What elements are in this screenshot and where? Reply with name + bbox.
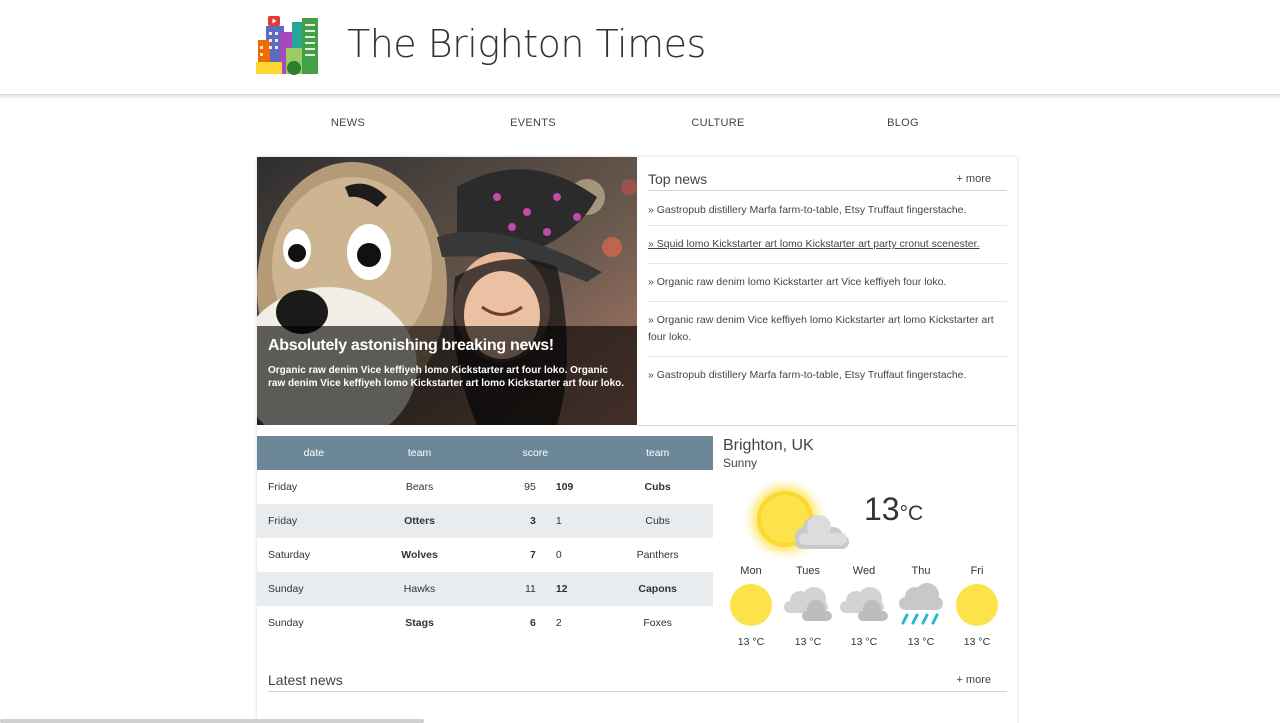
column-header-team: team: [602, 436, 713, 470]
column-header-score: score: [468, 436, 603, 470]
weather-current-temp: 13°C: [864, 491, 923, 528]
scores-table: date team score team Friday Bears 95 109…: [257, 436, 713, 640]
nav-item-blog[interactable]: BLOG: [843, 117, 963, 129]
table-row: Friday Otters 3 1 Cubs: [257, 504, 713, 538]
main-nav: NEWS EVENTS CULTURE BLOG: [256, 117, 996, 135]
table-cell-score: 6: [530, 617, 536, 629]
weather-temp-unit: °C: [899, 502, 924, 525]
top-news-item-text[interactable]: » Organic raw denim Vice keffiyeh lomo K…: [648, 314, 994, 343]
nav-item-events[interactable]: EVENTS: [473, 117, 593, 129]
top-news-title: Top news: [648, 171, 708, 187]
top-news-item[interactable]: » Gastropub distillery Marfa farm-to-tab…: [648, 357, 1007, 394]
table-cell-score: 109: [555, 481, 574, 493]
table-cell-score: 3: [468, 504, 542, 538]
sun-icon: [730, 584, 772, 626]
top-news-item-text[interactable]: » Gastropub distillery Marfa farm-to-tab…: [648, 204, 966, 216]
table-cell-team: Capons: [602, 572, 713, 606]
table-cell-team: Foxes: [643, 617, 672, 629]
top-news-panel: Top news + more » Gastropub distillery M…: [648, 167, 1007, 394]
forecast-day: Fri: [970, 565, 984, 577]
column-header-team: team: [370, 436, 469, 470]
forecast-temp: 13 °C: [737, 636, 765, 648]
forecast-temp: 13 °C: [850, 636, 878, 648]
table-row: Sunday Stags 6 2 Foxes: [257, 606, 713, 640]
hero-caption: Absolutely astonishing breaking news! Or…: [257, 326, 637, 425]
top-news-item-text[interactable]: » Organic raw denim lomo Kickstarter art…: [648, 276, 946, 288]
table-cell-score: 11: [468, 572, 542, 606]
forecast-day: Wed: [852, 565, 876, 577]
table-row: Saturday Wolves 7 0 Panthers: [257, 538, 713, 572]
table-cell-team: Stags: [405, 617, 434, 629]
hero-text: Organic raw denim Vice keffiyeh lomo Kic…: [268, 365, 625, 389]
table-cell-date: Saturday: [268, 549, 311, 561]
table-cell-date: Sunday: [268, 617, 304, 629]
table-cell-score: 2: [555, 617, 562, 629]
forecast-temp: 13 °C: [907, 636, 935, 648]
table-cell-score: 0: [555, 549, 562, 561]
horizontal-scrollbar[interactable]: [0, 719, 424, 723]
weather-city: Brighton, UK: [723, 437, 814, 454]
hero-story[interactable]: Absolutely astonishing breaking news! Or…: [257, 157, 637, 425]
latest-news-header: Latest news + more: [268, 668, 1007, 692]
latest-news-more-link[interactable]: + more: [956, 674, 991, 686]
top-news-header: Top news + more: [648, 167, 1007, 191]
forecast-temp: 13 °C: [794, 636, 822, 648]
cloud-icon: [840, 587, 888, 621]
column-header-date: date: [257, 436, 371, 470]
rain-icon: [899, 583, 943, 625]
weather-temp-value: 13: [864, 491, 900, 527]
forecast-temp: 13 °C: [963, 636, 991, 648]
table-cell-score: 7: [530, 549, 536, 561]
table-cell-team: Bears: [405, 481, 434, 493]
top-news-more-link[interactable]: + more: [956, 173, 991, 185]
forecast-day: Tues: [795, 565, 821, 577]
divider: [637, 425, 1017, 426]
table-row: Friday Bears 95 109 Cubs: [257, 470, 713, 504]
latest-news-title: Latest news: [268, 672, 343, 688]
table-cell-score: 95: [524, 481, 536, 493]
table-cell-team: Panthers: [636, 549, 679, 561]
table-cell-team: Cubs: [602, 504, 713, 538]
forecast-day: Mon: [740, 565, 762, 577]
top-news-item-text[interactable]: » Gastropub distillery Marfa farm-to-tab…: [648, 369, 966, 381]
table-row: Sunday Hawks 11 12 Capons: [257, 572, 713, 606]
hero-title[interactable]: Absolutely astonishing breaking news!: [268, 337, 626, 355]
sun-behind-cloud-icon: [743, 479, 849, 561]
forecast-day: Thu: [911, 565, 931, 577]
table-cell-date: Sunday: [257, 572, 371, 606]
table-cell-team: Otters: [370, 504, 469, 538]
table-cell-score: 1: [541, 504, 603, 538]
scores-header-row: date team score team: [257, 436, 713, 470]
table-cell-team: Cubs: [644, 481, 671, 493]
table-cell-date: Friday: [257, 504, 371, 538]
site-header: The Brighton Times: [0, 0, 1280, 95]
table-cell-team: Wolves: [401, 549, 438, 561]
nav-item-culture[interactable]: CULTURE: [658, 117, 778, 129]
weather-condition: Sunny: [723, 456, 758, 470]
top-news-item[interactable]: » Gastropub distillery Marfa farm-to-tab…: [648, 191, 1007, 226]
site-title: The Brighton Times: [347, 22, 706, 66]
table-cell-date: Friday: [268, 481, 298, 493]
top-news-item-link[interactable]: » Squid lomo Kickstarter art lomo Kickst…: [648, 238, 979, 250]
top-news-item[interactable]: » Squid lomo Kickstarter art lomo Kickst…: [648, 226, 1007, 264]
latest-news-panel: Latest news + more: [268, 668, 1007, 692]
nav-item-news[interactable]: NEWS: [288, 117, 408, 129]
main-content: Absolutely astonishing breaking news! Or…: [257, 157, 1017, 723]
top-news-item[interactable]: » Organic raw denim lomo Kickstarter art…: [648, 264, 1007, 302]
table-cell-team: Hawks: [370, 572, 469, 606]
city-logo-icon[interactable]: [256, 12, 322, 76]
table-cell-score: 12: [541, 572, 603, 606]
cloud-icon: [784, 587, 832, 621]
weather-widget: Brighton, UK Sunny 13°C Mon Tues Wed Thu…: [723, 437, 1017, 652]
top-news-item[interactable]: » Organic raw denim Vice keffiyeh lomo K…: [648, 302, 1007, 357]
sun-icon: [956, 584, 998, 626]
